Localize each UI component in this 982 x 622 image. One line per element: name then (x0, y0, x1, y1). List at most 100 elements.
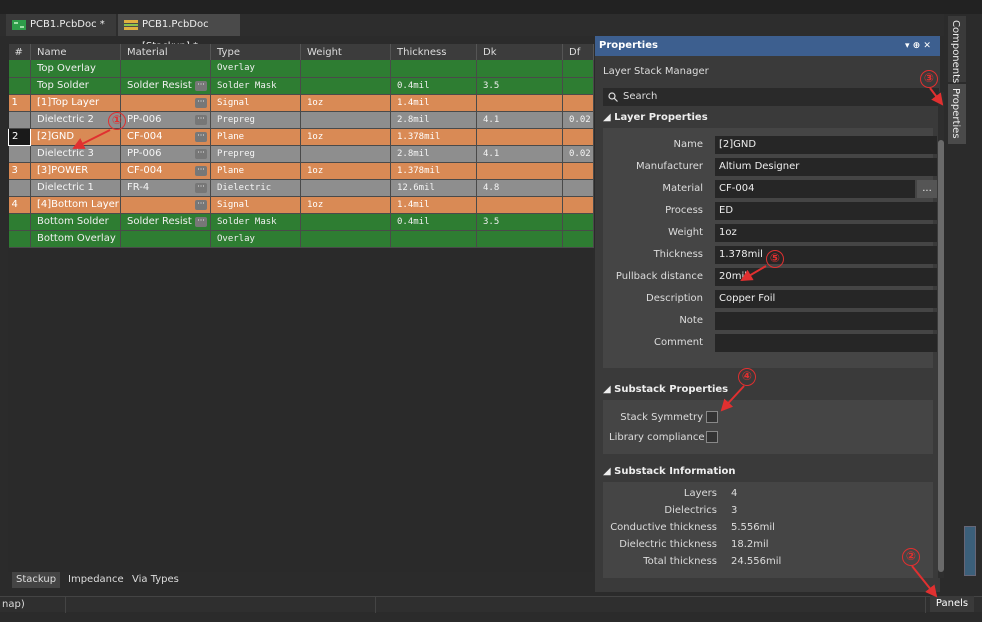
table-row[interactable]: Top Overlay Overlay (8, 60, 594, 78)
type-cell[interactable]: Signal (210, 196, 301, 214)
table-row[interactable]: Dielectric 2 PP-006 ··· Prepreg 2.8mil 4.1 0.0… (8, 111, 594, 129)
tab-via-types[interactable]: Via Types (128, 572, 183, 588)
material-cell[interactable]: PP-006 ··· (120, 111, 211, 129)
property-field[interactable]: 1.378mil (715, 246, 937, 264)
material-browse-button[interactable]: ··· (195, 165, 207, 176)
table-row[interactable]: 1 [1]Top Layer ··· Signal 1oz 1.4mil (8, 94, 594, 112)
material-cell[interactable]: FR-4 ··· (120, 179, 211, 197)
tab-impedance[interactable]: Impedance (64, 572, 128, 588)
column-header[interactable]: Df (562, 44, 594, 60)
dk-cell[interactable]: 3.5 (476, 77, 563, 95)
panel-controls[interactable]: ▾ ⊕ ✕ (905, 36, 931, 56)
dk-cell[interactable] (476, 196, 563, 214)
weight-cell[interactable] (300, 77, 391, 95)
weight-cell[interactable]: 1oz (300, 94, 391, 112)
df-cell[interactable] (562, 213, 594, 231)
property-field[interactable] (715, 312, 937, 330)
property-field[interactable]: 1oz (715, 224, 937, 242)
search-input[interactable]: Search (603, 88, 939, 106)
thickness-cell[interactable]: 1.4mil (390, 196, 477, 214)
layer-name-cell[interactable]: [1]Top Layer (30, 94, 121, 112)
df-cell[interactable] (562, 128, 594, 146)
type-cell[interactable]: Overlay (210, 230, 301, 248)
dk-cell[interactable] (476, 162, 563, 180)
row-number[interactable] (8, 77, 31, 95)
dk-cell[interactable]: 3.5 (476, 213, 563, 231)
df-cell[interactable] (562, 196, 594, 214)
thickness-cell[interactable]: 2.8mil (390, 111, 477, 129)
type-cell[interactable]: Plane (210, 128, 301, 146)
layer-name-cell[interactable]: Top Solder (30, 77, 121, 95)
tab-pcbdoc[interactable]: PCB1.PcbDoc * (6, 14, 116, 36)
row-number[interactable] (8, 230, 31, 248)
table-row[interactable]: 2 [2]GND CF-004 ··· Plane 1oz 1.378mil (8, 127, 594, 146)
material-browse-button[interactable]: ··· (195, 131, 207, 142)
row-number[interactable]: 2 (8, 127, 31, 146)
column-header[interactable]: Thickness (390, 44, 477, 60)
material-browse-button[interactable]: ··· (195, 182, 207, 193)
type-cell[interactable]: Prepreg (210, 145, 301, 163)
row-number[interactable] (8, 111, 31, 129)
thickness-cell[interactable]: 2.8mil (390, 145, 477, 163)
material-cell[interactable] (120, 60, 211, 78)
substack-properties-header[interactable]: ◢ Substack Properties (603, 384, 728, 395)
material-browse-button[interactable]: ··· (195, 97, 207, 108)
material-cell[interactable]: ··· (120, 196, 211, 214)
df-cell[interactable] (562, 94, 594, 112)
type-cell[interactable]: Solder Mask (210, 77, 301, 95)
layer-name-cell[interactable]: [4]Bottom Layer (30, 196, 121, 214)
thickness-cell[interactable]: 12.6mil (390, 179, 477, 197)
material-cell[interactable]: PP-006 ··· (120, 145, 211, 163)
df-cell[interactable] (562, 179, 594, 197)
layer-name-cell[interactable]: Top Overlay (30, 60, 121, 78)
column-header[interactable]: Dk (476, 44, 563, 60)
property-field[interactable]: Altium Designer (715, 158, 937, 176)
material-browse-button[interactable]: ... (917, 180, 937, 198)
row-number[interactable]: 4 (8, 196, 31, 214)
material-cell[interactable] (120, 230, 211, 248)
df-cell[interactable]: 0.02 (562, 111, 594, 129)
material-browse-button[interactable]: ··· (195, 148, 207, 159)
dk-cell[interactable] (476, 60, 563, 78)
substack-information-header[interactable]: ◢ Substack Information (603, 466, 736, 477)
layer-name-cell[interactable]: Bottom Overlay (30, 230, 121, 248)
thickness-cell[interactable]: 1.4mil (390, 94, 477, 112)
row-number[interactable] (8, 60, 31, 78)
layer-name-cell[interactable]: Dielectric 2 (30, 111, 121, 129)
df-cell[interactable] (562, 162, 594, 180)
property-field[interactable]: 20mil (715, 268, 937, 286)
layer-name-cell[interactable]: [2]GND (30, 128, 121, 146)
material-cell[interactable]: CF-004 ··· (120, 162, 211, 180)
type-cell[interactable]: Prepreg (210, 111, 301, 129)
library-compliance-checkbox[interactable] (706, 431, 718, 443)
column-header[interactable]: Type (210, 44, 301, 60)
property-field[interactable] (715, 334, 937, 352)
material-browse-button[interactable]: ··· (195, 80, 207, 91)
layer-properties-header[interactable]: ◢ Layer Properties (603, 112, 708, 123)
column-header[interactable]: Name (30, 44, 121, 60)
row-number[interactable]: 1 (8, 94, 31, 112)
dk-cell[interactable]: 4.1 (476, 145, 563, 163)
table-row[interactable]: 4 [4]Bottom Layer ··· Signal 1oz 1.4mil (8, 196, 594, 214)
row-number[interactable] (8, 179, 31, 197)
thickness-cell[interactable]: 0.4mil (390, 77, 477, 95)
tab-stackup[interactable]: PCB1.PcbDoc [Stackup] * (118, 14, 240, 52)
weight-cell[interactable] (300, 230, 391, 248)
property-field[interactable]: [2]GND (715, 136, 937, 154)
material-cell[interactable]: ··· (120, 94, 211, 112)
material-cell[interactable]: CF-004 ··· (120, 128, 211, 146)
layer-name-cell[interactable]: [3]POWER (30, 162, 121, 180)
column-header[interactable]: Material (120, 44, 211, 60)
thickness-cell[interactable]: 1.378mil (390, 128, 477, 146)
property-field[interactable]: Copper Foil (715, 290, 937, 308)
material-browse-button[interactable]: ··· (195, 216, 207, 227)
layer-name-cell[interactable]: Bottom Solder (30, 213, 121, 231)
row-number[interactable] (8, 145, 31, 163)
dk-cell[interactable] (476, 94, 563, 112)
df-cell[interactable] (562, 77, 594, 95)
column-header[interactable]: Weight (300, 44, 391, 60)
type-cell[interactable]: Solder Mask (210, 213, 301, 231)
weight-cell[interactable] (300, 60, 391, 78)
weight-cell[interactable]: 1oz (300, 196, 391, 214)
material-cell[interactable]: Solder Resist ··· (120, 77, 211, 95)
